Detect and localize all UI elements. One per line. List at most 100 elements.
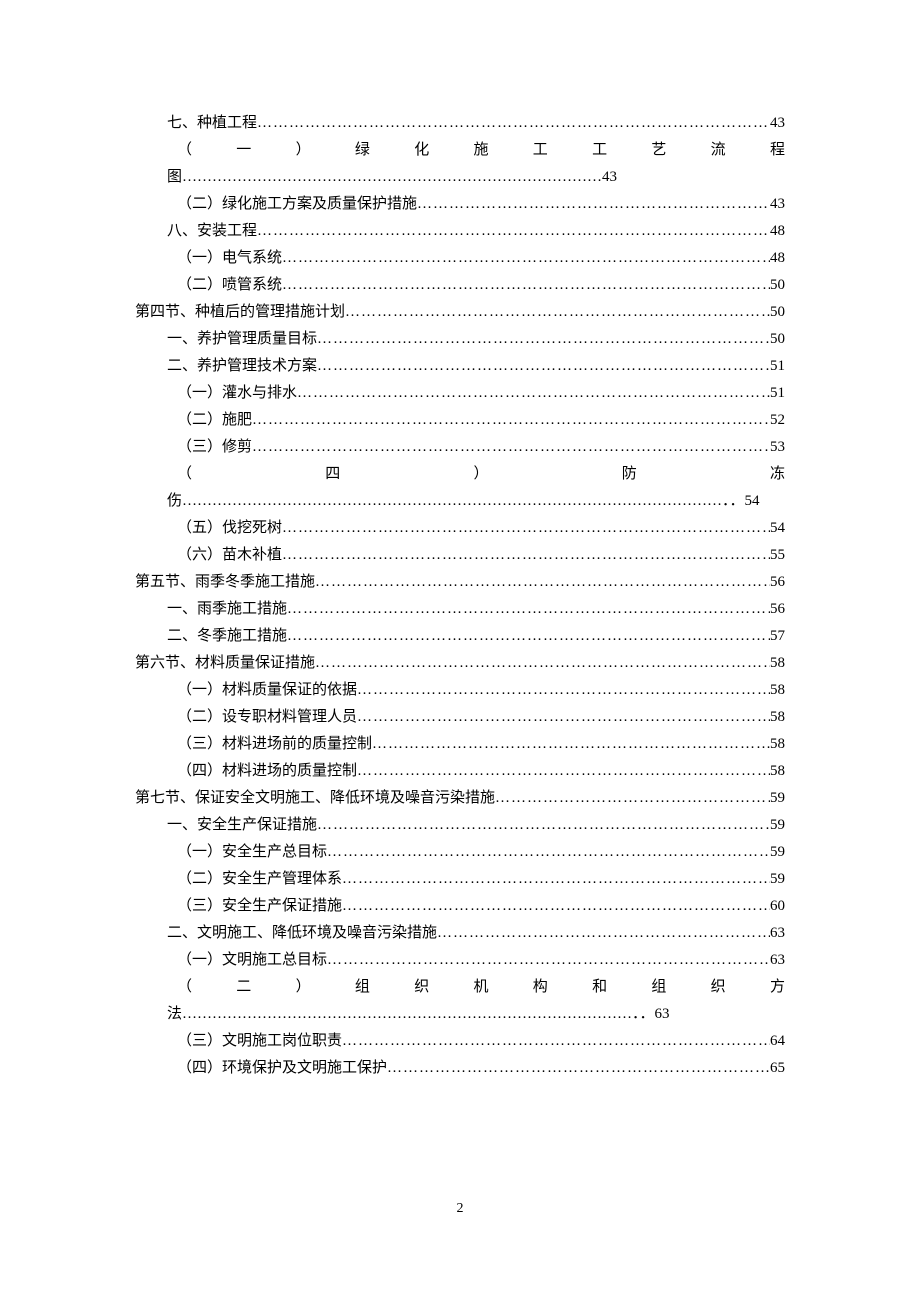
toc-char: （ (177, 461, 192, 488)
toc-label: （四）环境保护及文明施工保护 (177, 1055, 387, 1082)
toc-label: （三）安全生产保证措施 (177, 893, 342, 920)
toc-entry-continuation: 法………………………………………………………………………………．．63 (135, 1001, 785, 1028)
toc-page: 59 (770, 785, 785, 812)
toc-label: （六）苗木补植 (177, 542, 282, 569)
toc-entry: 八、安装工程…………………………………………………………………………………………… (135, 218, 785, 245)
toc-entry-continuation: 图…………………………………………………………………………43 (135, 164, 785, 191)
toc-entry: （三）修剪……………………………………………………………………………………………… (135, 434, 785, 461)
toc-page: 52 (770, 407, 785, 434)
toc-page: 55 (770, 542, 785, 569)
toc-entry: （一）文明施工总目标………………………………………………………………………………… (135, 947, 785, 974)
toc-label: 二、养护管理技术方案 (167, 353, 317, 380)
toc-entry: 二、文明施工、降低环境及噪音污染措施…………………………………………………………… (135, 920, 785, 947)
toc-entry: 二、养护管理技术方案………………………………………………………………………………… (135, 353, 785, 380)
toc-label: 八、安装工程 (167, 218, 257, 245)
toc-entry: （六）苗木补植………………………………………………………………………………………… (135, 542, 785, 569)
toc-dots: …………………………………………………………………………………………………………… (372, 731, 770, 758)
toc-char: （ (177, 137, 192, 164)
toc-char: 机 (473, 974, 488, 1001)
toc-char: 和 (592, 974, 607, 1001)
toc-label: （一）材料质量保证的依据 (177, 677, 357, 704)
toc-char: 工 (533, 137, 548, 164)
toc-label: 第七节、保证安全文明施工、降低环境及噪音污染措施 (135, 785, 495, 812)
toc-entry-justified: （四）防冻 (135, 461, 785, 488)
toc-entry: （二）安全生产管理体系……………………………………………………………………………… (135, 866, 785, 893)
toc-label: 二、文明施工、降低环境及噪音污染措施 (167, 920, 437, 947)
toc-page: 59 (770, 866, 785, 893)
toc-page: 59 (770, 812, 785, 839)
toc-label: （一）文明施工总目标 (177, 947, 327, 974)
toc-dots: …………………………………………………………………………………………………………… (287, 623, 770, 650)
toc-entry: （一）电气系统………………………………………………………………………………………… (135, 245, 785, 272)
toc-dots: …………………………………………………………………………………………………………… (282, 542, 770, 569)
toc-page: 43 (770, 191, 785, 218)
toc-dots: …………………………………………………………………………………………………………… (282, 245, 770, 272)
toc-label: 第五节、雨季冬季施工措施 (135, 569, 315, 596)
toc-entry: 七、种植工程…………………………………………………………………………………………… (135, 110, 785, 137)
toc-dots: …………………………………………………………………………………………………………… (252, 407, 770, 434)
toc-page: 56 (770, 569, 785, 596)
toc-dots: …………………………………………………………………………………………………………… (387, 1055, 770, 1082)
toc-label: （三）文明施工岗位职责 (177, 1028, 342, 1055)
toc-entry-justified: （一）绿化施工工艺流程 (135, 137, 785, 164)
toc-dots: …………………………………………………………………………………………………………… (327, 947, 770, 974)
toc-entry: （三）安全生产保证措施……………………………………………………………………………… (135, 893, 785, 920)
toc-label: 七、种植工程 (167, 110, 257, 137)
toc-char: 化 (414, 137, 429, 164)
toc-dots: …………………………………………………………………………………………………………… (317, 353, 770, 380)
toc-label: （二）绿化施工方案及质量保护措施 (177, 191, 417, 218)
toc-entry: 第六节、材料质量保证措施…………………………………………………………………………… (135, 650, 785, 677)
toc-char: ） (473, 461, 488, 488)
toc-page: 48 (770, 245, 785, 272)
toc-label: 第六节、材料质量保证措施 (135, 650, 315, 677)
toc-dots: …………………………………………………………………………………………………………… (345, 299, 770, 326)
toc-content: 七、种植工程…………………………………………………………………………………………… (135, 110, 785, 1082)
toc-char: 艺 (651, 137, 666, 164)
toc-char: 组 (651, 974, 666, 1001)
toc-label: （二）设专职材料管理人员 (177, 704, 357, 731)
toc-entry-continuation: 伤………………………………………………………………………………………………．．5… (135, 488, 785, 515)
toc-label: 法 (167, 1006, 182, 1022)
toc-page: 58 (770, 677, 785, 704)
toc-page: 54 (770, 515, 785, 542)
toc-entry: 一、养护管理质量目标………………………………………………………………………………… (135, 326, 785, 353)
toc-dots: …………………………………………………………………………………………………………… (252, 434, 770, 461)
toc-entry: （四）材料进场的质量控制…………………………………………………………………………… (135, 758, 785, 785)
toc-char: 绿 (355, 137, 370, 164)
toc-label: 一、养护管理质量目标 (167, 326, 317, 353)
toc-char: 施 (473, 137, 488, 164)
toc-entry: （一）材料质量保证的依据…………………………………………………………………………… (135, 677, 785, 704)
toc-dots: …………………………………………………………………………………………………………… (357, 677, 770, 704)
toc-char: 工 (592, 137, 607, 164)
toc-label: （二）喷管系统 (177, 272, 282, 299)
toc-entry: （二）设专职材料管理人员…………………………………………………………………………… (135, 704, 785, 731)
toc-char: 织 (414, 974, 429, 1001)
toc-dots: …………………………………………………………………………………………………………… (417, 191, 770, 218)
toc-entry-justified: （二）组织机构和组织方 (135, 974, 785, 1001)
toc-char: 组 (355, 974, 370, 1001)
toc-dots: …………………………………………………………………………………………………………… (257, 110, 770, 137)
toc-page: 58 (770, 650, 785, 677)
toc-page: 63 (655, 1006, 670, 1022)
toc-dots: …………………………………………………………………………………………………………… (315, 650, 770, 677)
toc-entry: （一）安全生产总目标………………………………………………………………………………… (135, 839, 785, 866)
toc-page: 54 (745, 493, 760, 509)
toc-page: 56 (770, 596, 785, 623)
toc-page: 53 (770, 434, 785, 461)
toc-label: （四）材料进场的质量控制 (177, 758, 357, 785)
toc-label: （一）安全生产总目标 (177, 839, 327, 866)
toc-char: 构 (533, 974, 548, 1001)
toc-label: （二）施肥 (177, 407, 252, 434)
toc-char: （ (177, 974, 192, 1001)
toc-dots: …………………………………………………………………………………………………………… (282, 272, 770, 299)
toc-dots: …………………………………………………………………………………………………………… (357, 704, 770, 731)
toc-page: 59 (770, 839, 785, 866)
toc-label: （二）安全生产管理体系 (177, 866, 342, 893)
toc-label: 一、雨季施工措施 (167, 596, 287, 623)
toc-dots: …………………………………………………………………………………………………………… (282, 515, 770, 542)
toc-entry: 二、冬季施工措施……………………………………………………………………………………… (135, 623, 785, 650)
toc-page: 50 (770, 299, 785, 326)
toc-char: 方 (770, 974, 785, 1001)
toc-page: 65 (770, 1055, 785, 1082)
toc-char: 防 (622, 461, 637, 488)
